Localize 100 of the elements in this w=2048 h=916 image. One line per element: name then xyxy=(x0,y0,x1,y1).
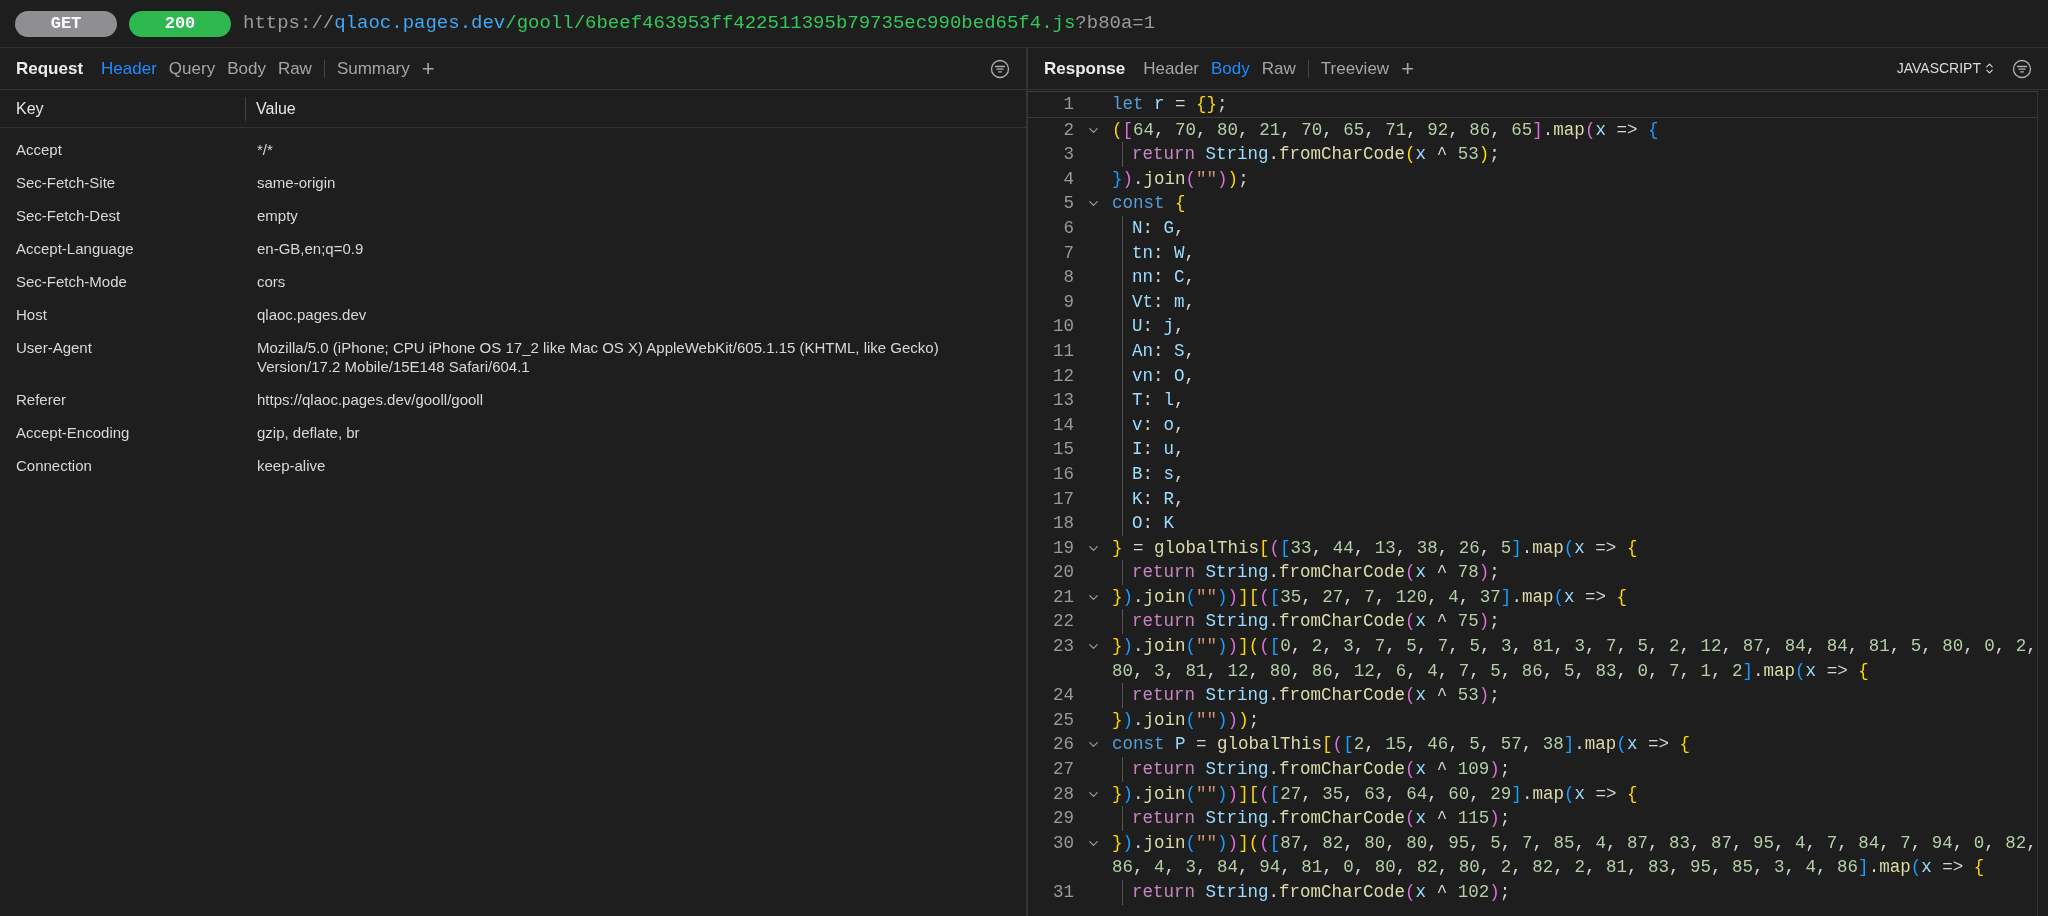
table-cell-text: Sec-Fetch-Dest xyxy=(15,206,122,225)
line-number: 30 xyxy=(1052,831,1074,855)
line-number: 16 xyxy=(1052,462,1074,486)
tab[interactable]: Query xyxy=(162,55,222,82)
tab[interactable]: Raw xyxy=(1255,55,1302,82)
filter-icon[interactable] xyxy=(990,58,1010,79)
table-cell-text: Sec-Fetch-Mode xyxy=(15,272,128,291)
table-cell-text: Host xyxy=(15,305,48,324)
table-cell-text: Mozilla/5.0 (iPhone; CPU iPhone OS 17_2 like Mac OS X) AppleWebKit/605.1.15 (KHTML, like Gecko) Version/17.2 Mobile/15E148 Safari/604.1 xyxy=(256,338,940,376)
code-line: }).join(""))][([35, 27, 7, 120, 4, 37].map(x => { xyxy=(1112,585,1627,609)
table-cell-text: Accept xyxy=(15,140,63,159)
code-line: const P = globalThis[([2, 15, 46, 5, 57, 38].map(x => { xyxy=(1112,733,1690,757)
add-tab-button[interactable]: + xyxy=(415,57,441,80)
code-line: U: j, xyxy=(1122,314,1185,339)
tab[interactable]: Body xyxy=(1205,55,1256,82)
tab[interactable]: Header xyxy=(95,55,163,82)
line-number: 2 xyxy=(1062,118,1074,142)
code-line: 86, 4, 3, 84, 94, 81, 0, 80, 82, 80, 2, 82, 2, 81, 83, 95, 85, 3, 4, 86].map(x => { xyxy=(1112,856,1986,880)
code-line: I: u, xyxy=(1122,437,1185,462)
line-number: 23 xyxy=(1052,635,1074,659)
line-number: 12 xyxy=(1052,364,1074,388)
code-line: N: G, xyxy=(1122,215,1185,241)
table-cell-text: cors xyxy=(256,272,287,291)
line-number: 5 xyxy=(1062,192,1074,216)
add-tab-button[interactable]: + xyxy=(1395,57,1420,80)
code-line: tn: W, xyxy=(1122,240,1196,266)
code-line: An: S, xyxy=(1122,338,1196,364)
line-number: 28 xyxy=(1052,782,1074,806)
code-line: T: l, xyxy=(1122,388,1185,413)
panel-title: Response xyxy=(1044,57,1126,80)
line-number: 17 xyxy=(1052,487,1074,511)
code-line: return String.fromCharCode(x ^ 53); xyxy=(1122,683,1500,708)
column-header: Value xyxy=(255,98,296,119)
table-cell-text: en-GB,en;q=0.9 xyxy=(256,239,365,258)
code-line: nn: C, xyxy=(1122,265,1196,290)
line-number: 6 xyxy=(1062,216,1074,240)
tab[interactable]: Raw xyxy=(271,55,318,82)
status-badge: 200 xyxy=(129,10,231,37)
line-number: 19 xyxy=(1052,536,1074,560)
language-dropdown[interactable]: JAVASCRIPT xyxy=(1896,58,1996,79)
line-number: 3 xyxy=(1062,143,1074,167)
tab[interactable]: Summary xyxy=(330,55,416,82)
table-cell-text: keep-alive xyxy=(256,456,327,475)
table-cell-text: empty xyxy=(256,206,299,225)
code-line: const { xyxy=(1112,192,1186,216)
code-line: }).join(""))](([0, 2, 3, 7, 5, 7, 5, 3, 81, 3, 7, 5, 2, 12, 87, 84, 84, 81, 5, 80, 0, 2, xyxy=(1112,635,2037,659)
table-cell-text: */* xyxy=(256,140,274,159)
line-number: 8 xyxy=(1062,266,1074,290)
table-cell-text: Referer xyxy=(15,390,68,409)
code-line: vn: O, xyxy=(1122,363,1196,389)
table-cell-text: gzip, deflate, br xyxy=(256,423,361,442)
line-number: 20 xyxy=(1052,561,1074,585)
code-line: K: R, xyxy=(1122,486,1185,512)
line-number: 10 xyxy=(1052,315,1074,339)
code-line: B: s, xyxy=(1122,461,1185,487)
method-badge: GET xyxy=(15,10,117,37)
line-number: 18 xyxy=(1052,512,1074,536)
code-line: 80, 3, 81, 12, 80, 86, 12, 6, 4, 7, 5, 86, 5, 83, 0, 7, 1, 2].map(x => { xyxy=(1112,659,1870,683)
line-number: 26 xyxy=(1052,733,1074,757)
code-line: } = globalThis[([33, 44, 13, 38, 26, 5].map(x => { xyxy=(1112,536,1638,560)
column-header: Key xyxy=(0,96,246,121)
code-line: Vt: m, xyxy=(1122,289,1196,315)
panel-title: Request xyxy=(16,57,84,80)
code-line: }).join(""))); xyxy=(1112,708,1260,732)
code-line: return String.fromCharCode(x ^ 75); xyxy=(1122,609,1500,635)
code-line: ([64, 70, 80, 21, 70, 65, 71, 92, 86, 65].map(x => { xyxy=(1112,118,1659,142)
table-cell-text: same-origin xyxy=(256,173,337,192)
line-number: 24 xyxy=(1052,684,1074,708)
line-number: 31 xyxy=(1052,881,1074,904)
line-number: 13 xyxy=(1052,389,1074,413)
table-cell-text: Connection xyxy=(15,456,93,475)
line-number: 4 xyxy=(1062,167,1074,191)
table-cell-text: qlaoc.pages.dev xyxy=(256,305,368,324)
tab[interactable]: Header xyxy=(1137,55,1205,82)
line-number: 1 xyxy=(1062,93,1074,116)
tab[interactable]: Body xyxy=(221,55,272,82)
line-number: 25 xyxy=(1052,708,1074,732)
code-line: return String.fromCharCode(x ^ 53); xyxy=(1122,142,1500,167)
line-number: 9 xyxy=(1062,290,1074,314)
code-line: let r = {}; xyxy=(1112,93,1228,116)
code-line: return String.fromCharCode(x ^ 102); xyxy=(1122,880,1511,905)
code-line: return String.fromCharCode(x ^ 109); xyxy=(1122,757,1511,782)
table-cell-text: https://qlaoc.pages.dev/gooll/gooll xyxy=(256,390,484,409)
table-cell-text: Accept-Encoding xyxy=(15,423,131,442)
line-number: 7 xyxy=(1062,241,1074,265)
table-cell-text: Sec-Fetch-Site xyxy=(15,173,117,192)
line-number: 27 xyxy=(1052,758,1074,782)
tab[interactable]: Treeview xyxy=(1314,55,1396,82)
code-line: return String.fromCharCode(x ^ 78); xyxy=(1122,560,1500,585)
filter-icon[interactable] xyxy=(2012,58,2032,79)
line-number: 14 xyxy=(1052,413,1074,437)
line-number: 29 xyxy=(1052,807,1074,831)
code-line: }).join(""))](([87, 82, 80, 80, 95, 5, 7, 85, 4, 87, 83, 87, 95, 4, 7, 84, 7, 94, 0, 82, xyxy=(1112,831,2037,855)
table-cell-text: User-Agent xyxy=(15,338,93,358)
code-line: }).join("")); xyxy=(1112,167,1249,191)
line-number: 15 xyxy=(1052,438,1074,462)
table-cell-text: Accept-Language xyxy=(15,239,135,258)
chevrons-icon xyxy=(1983,62,1996,75)
line-number: 11 xyxy=(1052,339,1074,363)
code-line: return String.fromCharCode(x ^ 115); xyxy=(1122,806,1511,831)
